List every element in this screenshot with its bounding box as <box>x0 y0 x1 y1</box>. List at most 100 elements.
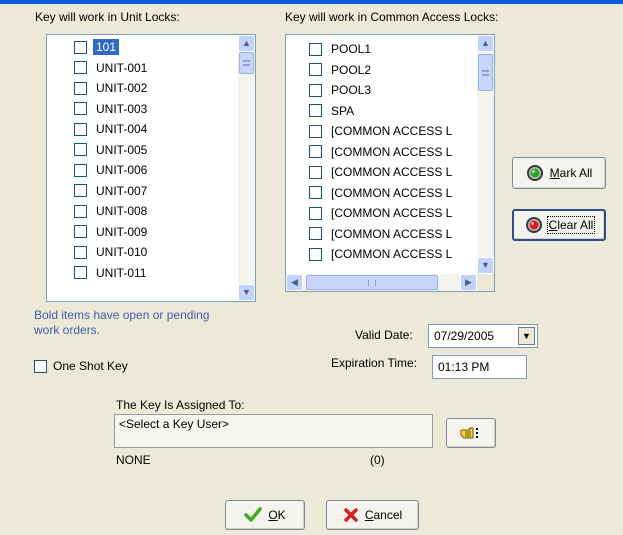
list-item[interactable]: UNIT-008 <box>74 201 238 222</box>
list-item-label: [COMMON ACCESS L <box>331 165 453 180</box>
unit-locks-scrollbar[interactable]: ▲ ▼ <box>238 35 255 301</box>
list-item[interactable]: [COMMON ACCESS L <box>309 142 477 163</box>
checkbox-icon[interactable] <box>309 104 322 118</box>
checkbox-icon[interactable] <box>74 122 87 136</box>
list-item[interactable]: UNIT-007 <box>74 181 238 202</box>
unit-locks-list[interactable]: 101 UNIT-001 UNIT-002 UNIT-003 UNIT-004 UNIT-… <box>46 34 256 302</box>
list-item[interactable]: UNIT-003 <box>74 99 238 120</box>
list-item[interactable]: UNIT-011 <box>74 263 238 284</box>
checkbox-icon[interactable] <box>309 165 322 179</box>
list-item[interactable]: SPA <box>309 101 477 122</box>
list-item[interactable]: [COMMON ACCESS L <box>309 162 477 183</box>
list-item[interactable]: UNIT-001 <box>74 58 238 79</box>
checkbox-icon[interactable] <box>74 245 87 259</box>
scroll-right-arrow-icon[interactable]: ▶ <box>460 274 477 291</box>
list-item[interactable]: 101 <box>74 37 238 58</box>
list-item-label: [COMMON ACCESS L <box>331 247 453 262</box>
scroll-thumb[interactable] <box>306 275 438 290</box>
key-user-count: (0) <box>370 453 385 467</box>
valid-date-value: 07/29/2005 <box>434 329 495 343</box>
list-item[interactable]: [COMMON ACCESS L <box>309 224 477 245</box>
pointing-hand-icon <box>460 427 478 439</box>
note-line-2: work orders. <box>34 323 101 337</box>
checkbox-icon[interactable] <box>74 184 87 198</box>
list-item-label: UNIT-006 <box>96 163 148 178</box>
checkbox-icon[interactable] <box>309 247 322 261</box>
expiration-time-value: 01:13 PM <box>438 360 490 374</box>
note-line-1: Bold items have open or pending <box>34 308 210 322</box>
list-item[interactable]: [COMMON ACCESS L <box>309 121 477 142</box>
dropdown-arrow-icon[interactable]: ▼ <box>517 326 536 346</box>
checkbox-icon[interactable] <box>309 42 322 56</box>
common-locks-vscrollbar[interactable]: ▲ ▼ <box>477 35 494 274</box>
one-shot-key-label: One Shot Key <box>53 359 128 373</box>
list-item[interactable]: POOL3 <box>309 80 477 101</box>
checkbox-icon[interactable] <box>74 40 87 54</box>
scroll-down-arrow-icon[interactable]: ▼ <box>477 257 494 274</box>
scroll-thumb[interactable] <box>239 52 254 74</box>
checkbox-icon[interactable] <box>74 204 87 218</box>
cancel-button[interactable]: Cancel <box>326 500 419 530</box>
select-key-user-button[interactable] <box>446 418 496 448</box>
list-item-label: UNIT-002 <box>96 81 148 96</box>
list-item[interactable]: POOL2 <box>309 60 477 81</box>
list-item[interactable]: [COMMON ACCESS L <box>309 203 477 224</box>
key-user-selector[interactable]: <Select a Key User> <box>114 414 433 448</box>
checkbox-icon[interactable] <box>309 124 322 138</box>
list-item[interactable]: UNIT-010 <box>74 242 238 263</box>
clear-all-label: Clear All <box>546 216 596 234</box>
checkbox-icon[interactable] <box>309 145 322 159</box>
list-item-label: [COMMON ACCESS L <box>331 206 453 221</box>
list-item[interactable]: POOL1 <box>309 39 477 60</box>
checkbox-icon[interactable] <box>74 81 87 95</box>
key-user-name: NONE <box>116 453 151 467</box>
list-item[interactable]: UNIT-009 <box>74 222 238 243</box>
valid-date-label: Valid Date: <box>355 328 413 342</box>
work-order-note: Bold items have open or pending work ord… <box>34 308 209 338</box>
checkbox-icon[interactable] <box>74 266 87 280</box>
checkbox-icon[interactable] <box>74 143 87 157</box>
list-item-label: POOL2 <box>331 62 372 77</box>
unit-locks-heading: Key will work in Unit Locks: <box>35 10 180 24</box>
checkbox-icon[interactable] <box>309 206 322 220</box>
list-item[interactable]: [COMMON ACCESS L <box>309 244 477 265</box>
scroll-up-arrow-icon[interactable]: ▲ <box>477 35 494 52</box>
list-item-label: [COMMON ACCESS L <box>331 144 453 159</box>
scroll-left-arrow-icon[interactable]: ◀ <box>286 274 303 291</box>
scroll-down-arrow-icon[interactable]: ▼ <box>238 284 255 301</box>
list-item-label: UNIT-010 <box>96 245 148 260</box>
list-item-label: UNIT-001 <box>96 60 148 75</box>
checkbox-icon[interactable] <box>34 359 47 373</box>
list-item-label: UNIT-009 <box>96 224 148 239</box>
list-item[interactable]: UNIT-005 <box>74 140 238 161</box>
checkbox-icon[interactable] <box>309 227 322 241</box>
list-item[interactable]: UNIT-004 <box>74 119 238 140</box>
list-item-label: [COMMON ACCESS L <box>331 185 453 200</box>
scroll-thumb[interactable] <box>478 54 493 91</box>
checkbox-icon[interactable] <box>309 83 322 97</box>
list-item-label: [COMMON ACCESS L <box>331 226 453 241</box>
clear-all-button[interactable]: Clear All <box>512 209 606 241</box>
checkbox-icon[interactable] <box>309 63 322 77</box>
checkbox-icon[interactable] <box>74 163 87 177</box>
red-light-icon <box>525 217 542 233</box>
one-shot-key-checkbox[interactable]: One Shot Key <box>34 359 128 373</box>
valid-date-picker[interactable]: 07/29/2005 ▼ <box>428 324 538 348</box>
common-locks-list[interactable]: POOL1 POOL2 POOL3 SPA [COMMON ACCESS L [COMMO… <box>285 34 495 292</box>
cancel-label: Cancel <box>364 508 403 522</box>
checkbox-icon[interactable] <box>74 61 87 75</box>
common-locks-hscrollbar[interactable]: ◀ ▶ <box>286 274 477 291</box>
scroll-up-arrow-icon[interactable]: ▲ <box>238 35 255 52</box>
checkbox-icon[interactable] <box>74 102 87 116</box>
checkbox-icon[interactable] <box>309 186 322 200</box>
mark-all-button[interactable]: Mark All <box>512 157 606 189</box>
list-item[interactable]: UNIT-002 <box>74 78 238 99</box>
title-bar-edge <box>0 0 623 4</box>
scrollbar-corner <box>477 274 494 291</box>
key-user-placeholder: <Select a Key User> <box>119 417 230 431</box>
list-item[interactable]: [COMMON ACCESS L <box>309 183 477 204</box>
checkbox-icon[interactable] <box>74 225 87 239</box>
expiration-time-field[interactable]: 01:13 PM <box>432 355 527 379</box>
ok-button[interactable]: OK <box>225 500 305 530</box>
list-item[interactable]: UNIT-006 <box>74 160 238 181</box>
